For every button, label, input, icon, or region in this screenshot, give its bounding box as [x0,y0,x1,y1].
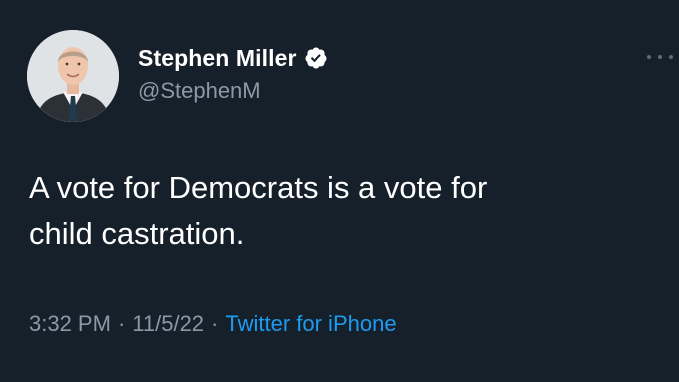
more-horizontal-icon[interactable] [647,44,673,70]
meta-separator: · [211,311,219,336]
tweet-date[interactable]: 11/5/22 [132,311,204,337]
more-dot [647,55,651,59]
tweet-metadata: 3:32 PM · 11/5/22 · Twitter for iPhone [29,311,397,337]
author-name-row: Stephen Miller [138,42,328,74]
tweet-text: A vote for Democrats is a vote for child… [29,170,488,251]
tweet-source-link[interactable]: Twitter for iPhone [225,311,396,337]
more-dot [658,55,662,59]
author-handle[interactable]: @StephenM [138,78,261,104]
profile-photo [27,30,119,122]
more-dot [669,55,673,59]
avatar[interactable] [27,30,119,122]
tweet-card: Stephen Miller @StephenM A vote for Demo… [0,0,679,382]
meta-separator: · [117,311,126,336]
verified-badge-icon [304,46,328,70]
author-display-name[interactable]: Stephen Miller [138,45,297,72]
tweet-time[interactable]: 3:32 PM [29,311,111,337]
